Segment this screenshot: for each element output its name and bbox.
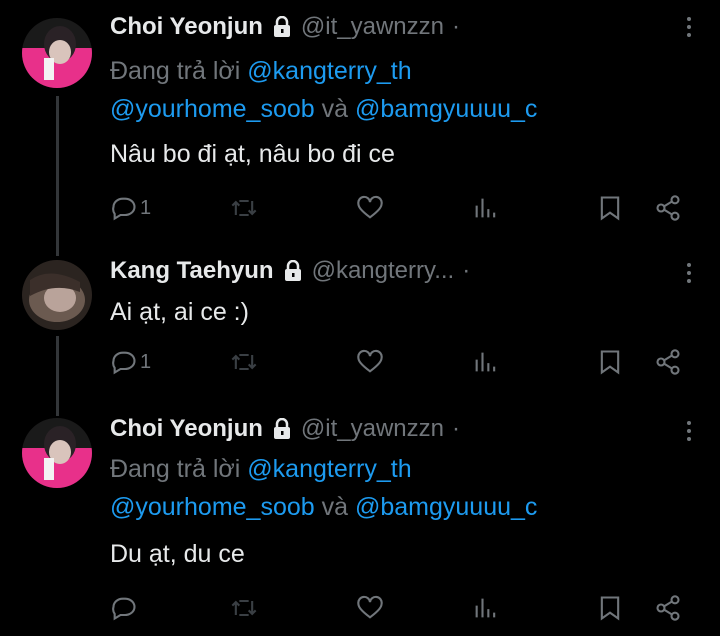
avatar[interactable] (22, 260, 92, 330)
bookmark-icon (600, 596, 620, 621)
handle[interactable]: @it_yawnzzn (301, 13, 444, 41)
more-icon[interactable] (684, 258, 694, 288)
tweet-header: Kang Taehyun @kangterry... · (110, 256, 680, 286)
replying-to: Đang trả lời @kangterry_th @yourhome_soo… (110, 450, 670, 526)
mention-link[interactable]: @bamgyuuuu_c (355, 95, 537, 123)
retweet-button[interactable] (230, 592, 258, 624)
bookmark-button[interactable] (596, 592, 624, 624)
lock-icon (284, 260, 301, 281)
retweet-button[interactable] (230, 192, 258, 224)
more-icon[interactable] (684, 416, 694, 446)
separator-dot: · (452, 415, 460, 442)
like-icon (357, 595, 383, 619)
reply-button[interactable]: 1 (110, 192, 151, 224)
handle[interactable]: @kangterry... (312, 257, 455, 285)
bookmark-button[interactable] (596, 346, 624, 378)
tweet-text: Du ạt, du ce (110, 540, 245, 568)
more-icon[interactable] (684, 12, 694, 42)
retweet-button[interactable] (230, 346, 258, 378)
views-icon (475, 598, 496, 618)
lock-icon (273, 418, 290, 439)
mention-link[interactable]: @yourhome_soob (110, 95, 315, 123)
views-button[interactable] (472, 346, 500, 378)
bookmark-icon (600, 196, 620, 221)
mention-link[interactable]: @bamgyuuuu_c (355, 493, 537, 521)
replying-to-label: Đang trả lời (110, 57, 248, 85)
reply-button[interactable]: 1 (110, 346, 151, 378)
like-icon (357, 349, 383, 373)
reply-count: 1 (140, 196, 152, 219)
replying-to-label: Đang trả lời (110, 455, 248, 483)
share-icon (656, 195, 680, 221)
views-icon (475, 198, 496, 218)
tweet-text: Ai ạt, ai ce :) (110, 298, 249, 326)
reply-icon (112, 197, 136, 221)
avatar[interactable] (22, 418, 92, 488)
tweet-header: Choi Yeonjun @it_yawnzzn · (110, 12, 680, 42)
reply-icon (112, 597, 136, 621)
separator-dot: · (462, 257, 471, 284)
retweet-icon (231, 353, 257, 371)
separator-dot: · (452, 13, 460, 40)
action-bar: 1 (110, 192, 700, 224)
display-name[interactable]: Choi Yeonjun (110, 415, 263, 443)
avatar[interactable] (22, 18, 92, 88)
handle[interactable]: @it_yawnzzn (301, 415, 444, 443)
like-button[interactable] (356, 192, 384, 224)
reply-icon (112, 351, 136, 375)
mention-link[interactable]: @yourhome_soob (110, 493, 315, 521)
tweet[interactable]: Kang Taehyun @kangterry... · Ai ạt, ai c… (0, 240, 720, 400)
bookmark-button[interactable] (596, 192, 624, 224)
tweet-header: Choi Yeonjun @it_yawnzzn · (110, 414, 680, 444)
action-bar (110, 592, 700, 624)
share-button[interactable] (654, 592, 682, 624)
tweet[interactable]: Choi Yeonjun @it_yawnzzn · Đang trả lời … (0, 400, 720, 636)
tweet-text: Nâu bo đi ạt, nâu bo đi ce (110, 140, 395, 168)
mention-link[interactable]: @kangterry_th (247, 57, 411, 85)
share-icon (656, 595, 680, 621)
and-label: và (314, 493, 355, 521)
action-bar: 1 (110, 346, 700, 378)
and-label: và (314, 95, 355, 123)
mention-link[interactable]: @kangterry_th (247, 455, 411, 483)
display-name[interactable]: Choi Yeonjun (110, 13, 263, 41)
lock-icon (273, 16, 290, 37)
views-icon (475, 352, 496, 372)
share-icon (656, 349, 680, 375)
views-button[interactable] (472, 592, 500, 624)
retweet-icon (231, 599, 257, 617)
retweet-icon (231, 199, 257, 217)
like-button[interactable] (356, 346, 384, 378)
like-icon (357, 195, 383, 219)
tweet[interactable]: Choi Yeonjun @it_yawnzzn · Đang trả lời … (0, 0, 720, 240)
display-name[interactable]: Kang Taehyun (110, 257, 274, 285)
reply-button[interactable] (110, 592, 140, 624)
views-button[interactable] (472, 192, 500, 224)
bookmark-icon (600, 350, 620, 375)
share-button[interactable] (654, 346, 682, 378)
like-button[interactable] (356, 592, 384, 624)
replying-to: Đang trả lời @kangterry_th @yourhome_soo… (110, 52, 670, 128)
reply-count: 1 (140, 350, 152, 373)
share-button[interactable] (654, 192, 682, 224)
